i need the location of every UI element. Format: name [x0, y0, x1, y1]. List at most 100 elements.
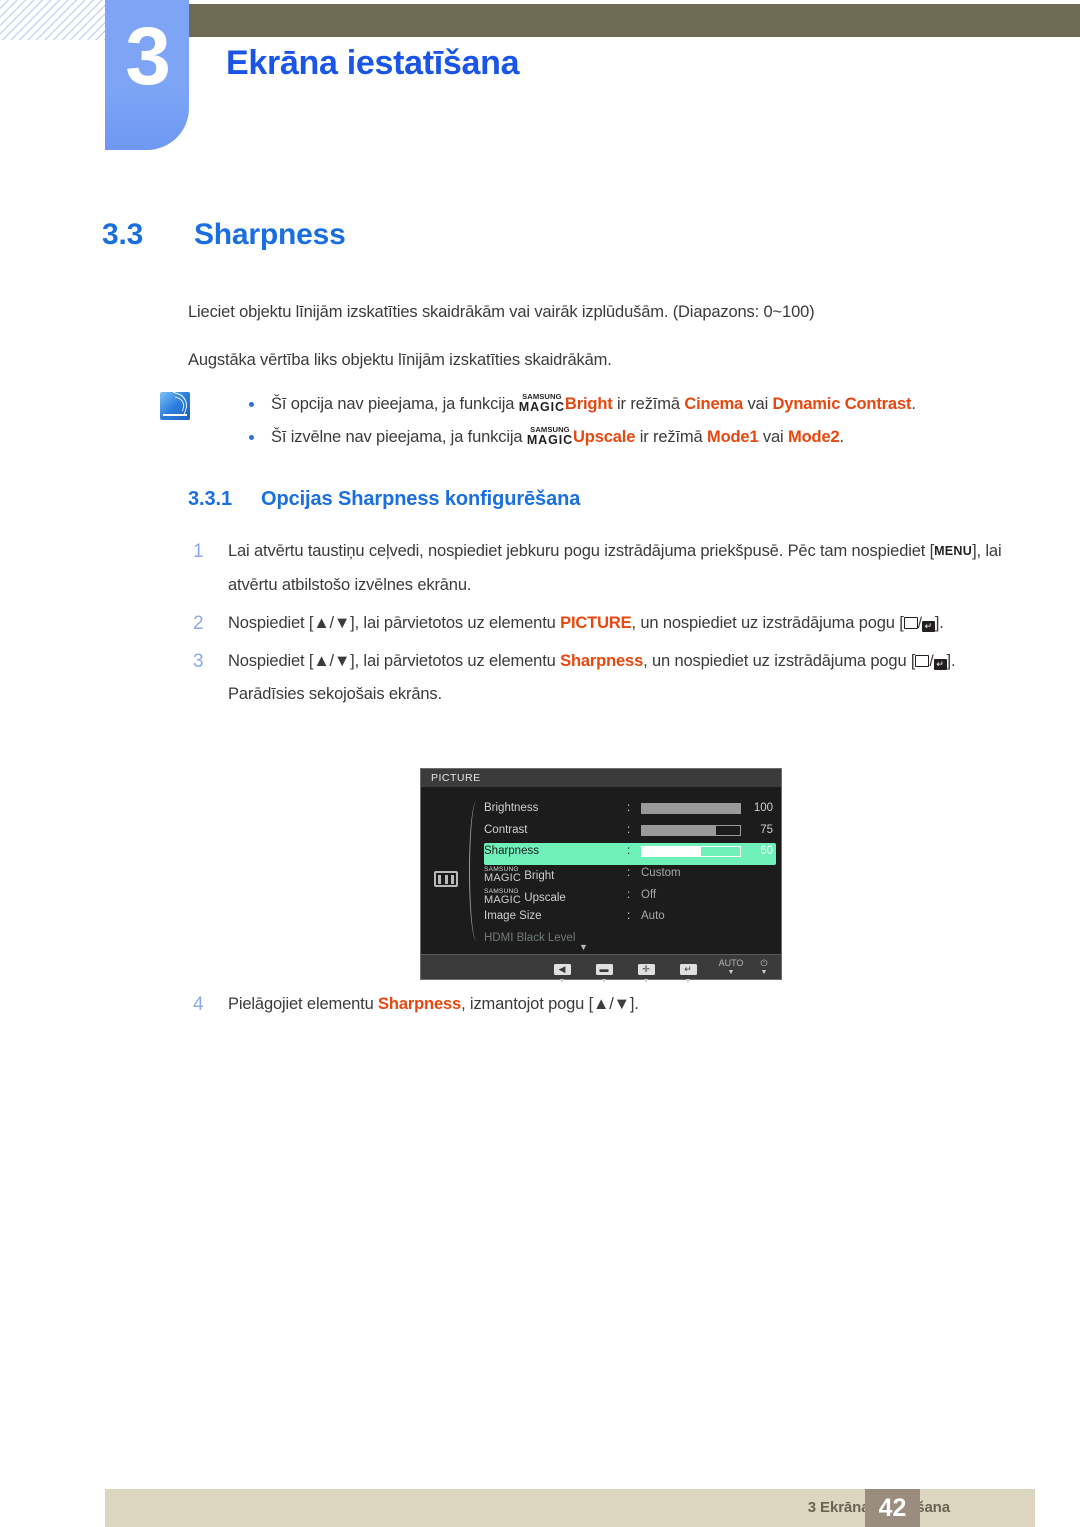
- osd-label: Sharpness: [484, 845, 539, 857]
- step-text-part1: Lai atvērtu taustiņu ceļvedi, nospiediet…: [228, 542, 935, 560]
- step-number: 1: [193, 541, 204, 562]
- step-highlight: Sharpness: [378, 995, 462, 1013]
- steps-list: 1 Lai atvērtu taustiņu ceļvedi, nospiedie…: [188, 535, 1018, 716]
- osd-value: 75: [760, 823, 773, 836]
- step-highlight: Sharpness: [560, 652, 644, 670]
- note-item: Šī opcija nav pieejama, ja funkcija SAMS…: [245, 388, 916, 421]
- step-number: 3: [193, 651, 204, 672]
- enter-icon: ↵: [679, 964, 697, 975]
- osd-row-magic-upscale[interactable]: SAMSUNG MAGIC Upscale : Off: [484, 887, 776, 909]
- auto-key-caret: ▼: [727, 969, 735, 976]
- step-text-part2: , un nospiediet uz izstrādājuma pogu [: [631, 614, 904, 632]
- osd-value: 60: [760, 845, 773, 857]
- osd-label: Contrast: [484, 823, 528, 836]
- plus-icon: ✛: [637, 964, 655, 975]
- sharpness-slider[interactable]: [641, 846, 741, 857]
- osd-colon: :: [627, 802, 631, 814]
- enter-key-icon: ↵: [921, 621, 935, 632]
- osd-brace-decoration: [469, 801, 484, 941]
- section-number: 3.3: [102, 218, 144, 251]
- subsection-heading: 3.3.1 Opcijas Sharpness konfigurēšana: [188, 488, 580, 511]
- step-text-part2: , izmantojot pogu [▲/▼].: [461, 995, 639, 1013]
- note-text-mid: ir režīmā: [635, 428, 707, 446]
- osd-label: Image Size: [484, 910, 542, 922]
- plus-key-caret: ▼: [642, 978, 650, 985]
- osd-screenshot: PICTURE Brightness : 100 Contrast : 75 S…: [420, 768, 782, 985]
- osd-colon: :: [627, 823, 631, 836]
- osd-colon: :: [627, 867, 631, 879]
- osd-colon: :: [627, 845, 631, 857]
- note-list: Šī opcija nav pieejama, ja funkcija SAMS…: [245, 388, 916, 454]
- contrast-slider[interactable]: [641, 824, 741, 836]
- step-followup: Parādīsies sekojošais ekrāns.: [228, 685, 442, 703]
- note-value-1: Mode1: [706, 428, 759, 446]
- note-text-mid: ir režīmā: [612, 395, 685, 413]
- chapter-header: 3 Ekrāna iestatīšana: [0, 0, 1080, 175]
- header-olive-bar: [189, 4, 1080, 37]
- enter-key-caret: ▼: [684, 978, 692, 985]
- step-item: 2 Nospiediet [▲/▼], lai pārvietotos uz el…: [188, 607, 1018, 640]
- source-box-icon: [915, 655, 930, 667]
- osd-value: Custom: [641, 867, 681, 879]
- auto-button[interactable]: AUTO ▼: [713, 959, 749, 977]
- intro-paragraph-1: Lieciet objektu līnijām izskatīties skai…: [188, 303, 815, 321]
- note-conj: vai: [758, 428, 788, 446]
- plus-button[interactable]: ✛ ▼: [633, 959, 659, 986]
- note-feature: Bright: [564, 395, 613, 413]
- note-feature: Upscale: [573, 428, 636, 446]
- step-number: 2: [193, 613, 204, 634]
- section-heading: 3.3 Sharpness: [102, 218, 346, 252]
- step-item: 4 Pielāgojiet elementu Sharpness, izmanto…: [188, 988, 1058, 1021]
- minus-button[interactable]: ▬ ▼: [591, 959, 617, 986]
- enter-key-icon: ↵: [933, 659, 947, 670]
- osd-row-contrast[interactable]: Contrast : 75: [484, 822, 776, 844]
- osd-colon: :: [627, 910, 631, 922]
- osd-label-suffix: Bright: [524, 870, 555, 883]
- osd-row-brightness[interactable]: Brightness : 100: [484, 800, 776, 822]
- step-text-part2: , un nospiediet uz izstrādājuma pogu [: [643, 652, 916, 670]
- osd-label: SAMSUNG MAGIC Bright: [484, 866, 555, 885]
- step-text-part3: ].: [934, 614, 944, 632]
- samsung-magic-logo: SAMSUNG MAGIC: [484, 866, 522, 884]
- power-button[interactable]: ⏻ ▼: [753, 959, 775, 977]
- osd-colon: :: [627, 888, 631, 901]
- step-highlight: PICTURE: [560, 614, 632, 632]
- power-key-caret: ▼: [760, 969, 768, 976]
- osd-row-sharpness[interactable]: Sharpness : 60: [484, 843, 776, 865]
- step-item: 3 Nospiediet [▲/▼], lai pārvietotos uz el…: [188, 645, 1018, 711]
- chapter-number: 3: [125, 11, 171, 102]
- note-conj: vai: [743, 395, 773, 413]
- back-button[interactable]: ◀ ▼: [549, 959, 575, 986]
- osd-value: Auto: [641, 910, 665, 922]
- osd-row-image-size[interactable]: Image Size : Auto: [484, 908, 776, 930]
- back-icon: ◀: [553, 964, 571, 975]
- note-pencil-icon: [160, 392, 190, 420]
- subsection-title: Opcijas Sharpness konfigurēšana: [261, 488, 581, 510]
- note-text-pre: Šī izvēlne nav pieejama, ja funkcija: [271, 428, 527, 446]
- brightness-slider[interactable]: [641, 803, 741, 814]
- intro-paragraph-2: Augstāka vērtība liks objektu līnijām iz…: [188, 351, 612, 369]
- subsection-number: 3.3.1: [188, 488, 232, 510]
- osd-row-magic-bright[interactable]: SAMSUNG MAGIC Bright : Custom: [484, 865, 776, 887]
- step-number: 4: [193, 994, 204, 1015]
- enter-button[interactable]: ↵ ▼: [675, 959, 701, 986]
- osd-label: HDMI Black Level: [484, 931, 576, 944]
- osd-row-hdmi-black-level[interactable]: HDMI Black Level: [484, 930, 776, 952]
- note-value-2: Dynamic Contrast: [772, 395, 912, 413]
- note-item: Šī izvēlne nav pieejama, ja funkcija SAM…: [245, 421, 916, 454]
- osd-rows: Brightness : 100 Contrast : 75 Sharpness…: [484, 800, 776, 951]
- auto-label: AUTO: [718, 958, 744, 968]
- osd-label: Brightness: [484, 802, 539, 814]
- section-title: Sharpness: [194, 218, 346, 251]
- power-icon: ⏻: [760, 958, 768, 968]
- step-text-part1: Nospiediet [▲/▼], lai pārvietotos uz ele…: [228, 614, 561, 632]
- note-value-2: Mode2: [788, 428, 840, 446]
- footer-page-number: 42: [865, 1489, 920, 1527]
- osd-scroll-down-caret[interactable]: ▼: [579, 943, 588, 952]
- picture-category-icon: [434, 871, 458, 887]
- step-item: 1 Lai atvērtu taustiņu ceļvedi, nospiedie…: [188, 535, 1018, 602]
- step-text-part3: ].: [946, 652, 956, 670]
- samsung-magic-logo: SAMSUNG MAGIC: [518, 392, 565, 414]
- chapter-title: Ekrāna iestatīšana: [226, 44, 520, 82]
- note-end: .: [839, 428, 845, 446]
